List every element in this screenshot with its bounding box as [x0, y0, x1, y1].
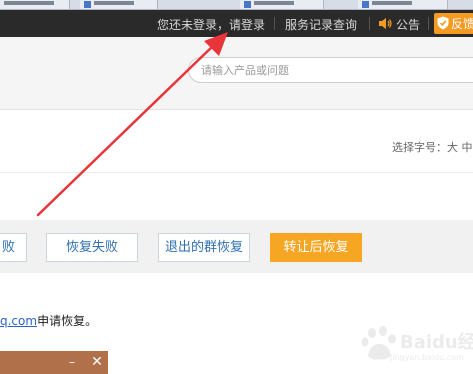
speaker-icon: [379, 18, 392, 29]
watermark-brand: Baidu经验: [400, 332, 473, 353]
service-record-link[interactable]: 服务记录查询: [285, 16, 357, 33]
watermark-url: jingyan.baidu.com: [390, 353, 464, 362]
close-button[interactable]: ✕: [90, 353, 104, 371]
browser-tab[interactable]: [0, 0, 70, 9]
email-link[interactable]: q.com: [0, 314, 37, 328]
font-size-large[interactable]: 大: [447, 141, 458, 154]
divider: [428, 17, 429, 30]
minimize-button[interactable]: –: [66, 354, 78, 370]
feedback-label: 反馈: [451, 17, 473, 31]
divider: [0, 109, 473, 121]
browser-tab-strip: [0, 0, 473, 10]
font-size-label: 选择字号：: [392, 141, 447, 154]
baidu-watermark: Baidu经验 jingyan.baidu.com: [360, 322, 473, 370]
recovery-options-bar: 败 恢复失败 退出的群恢复 转让后恢复: [0, 220, 473, 273]
recovery-instruction: q.com申请恢复。: [0, 312, 97, 329]
recovery-option-button[interactable]: 败: [0, 233, 27, 262]
feedback-button[interactable]: 反馈: [434, 13, 473, 34]
announcement-link[interactable]: 公告: [396, 16, 420, 33]
divider: [0, 172, 473, 173]
exited-group-recovery-button[interactable]: 退出的群恢复: [158, 233, 250, 262]
search-box[interactable]: [188, 57, 473, 83]
browser-tab[interactable]: [240, 0, 324, 9]
header-area: [0, 37, 473, 109]
post-transfer-recovery-button[interactable]: 转让后恢复: [270, 233, 362, 262]
browser-tab[interactable]: [358, 0, 448, 9]
popup-titlebar: – ✕: [0, 351, 108, 374]
font-size-selector: 选择字号：大 中: [392, 139, 473, 155]
search-input[interactable]: [201, 61, 461, 79]
divider: [274, 17, 275, 30]
shield-icon: [437, 16, 449, 30]
browser-tab[interactable]: [80, 0, 158, 9]
font-size-medium[interactable]: 中: [462, 141, 473, 154]
recovery-instruction-suffix: 申请恢复。: [37, 314, 98, 328]
recovery-failed-button[interactable]: 恢复失败: [46, 233, 138, 262]
top-bar: 您还未登录，请登录 服务记录查询 公告 反馈: [0, 10, 473, 37]
login-link[interactable]: 您还未登录，请登录: [157, 16, 265, 33]
divider: [369, 17, 370, 30]
